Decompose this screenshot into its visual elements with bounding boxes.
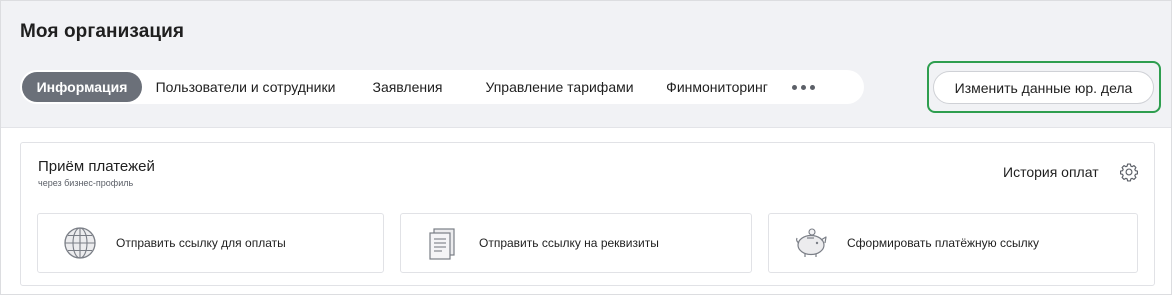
organization-page: Моя организация Информация Пользователи … [0,0,1172,295]
payments-subtitle: через бизнес-профиль [38,178,134,188]
tab-users-and-employees[interactable]: Пользователи и сотрудники [142,72,349,102]
dot [800,84,806,90]
create-payment-link-action[interactable]: Сформировать платёжную ссылку [768,213,1138,273]
dot [809,84,815,90]
globe-icon [64,227,96,259]
tab-information[interactable]: Информация [22,72,142,102]
more-dots-icon[interactable] [781,72,825,102]
page-title: Моя организация [20,21,185,42]
payments-title: Приём платежей [38,158,155,175]
tab-applications[interactable]: Заявления [349,72,466,102]
piggy-bank-icon [796,228,827,257]
tab-bar: Информация Пользователи и сотрудники Зая… [20,70,864,104]
payments-card: Приём платежей через бизнес-профиль Исто… [20,142,1155,286]
tab-financial-monitoring[interactable]: Финмониторинг [653,72,781,102]
gear-icon[interactable] [1119,162,1139,182]
tab-tariff-management[interactable]: Управление тарифами [466,72,653,102]
edit-legal-entity-button[interactable]: Изменить данные юр. дела [933,71,1154,104]
dot [791,84,797,90]
send-payment-link-action[interactable]: Отправить ссылку для оплаты [37,213,384,273]
send-requisites-link-action[interactable]: Отправить ссылку на реквизиты [400,213,752,273]
send-requisites-link-label: Отправить ссылку на реквизиты [479,236,659,250]
create-payment-link-label: Сформировать платёжную ссылку [847,236,1039,250]
page-header: Моя организация Информация Пользователи … [1,1,1171,128]
document-icon [429,228,455,260]
payment-history-link[interactable]: История оплат [1003,164,1099,180]
send-payment-link-label: Отправить ссылку для оплаты [116,236,286,250]
